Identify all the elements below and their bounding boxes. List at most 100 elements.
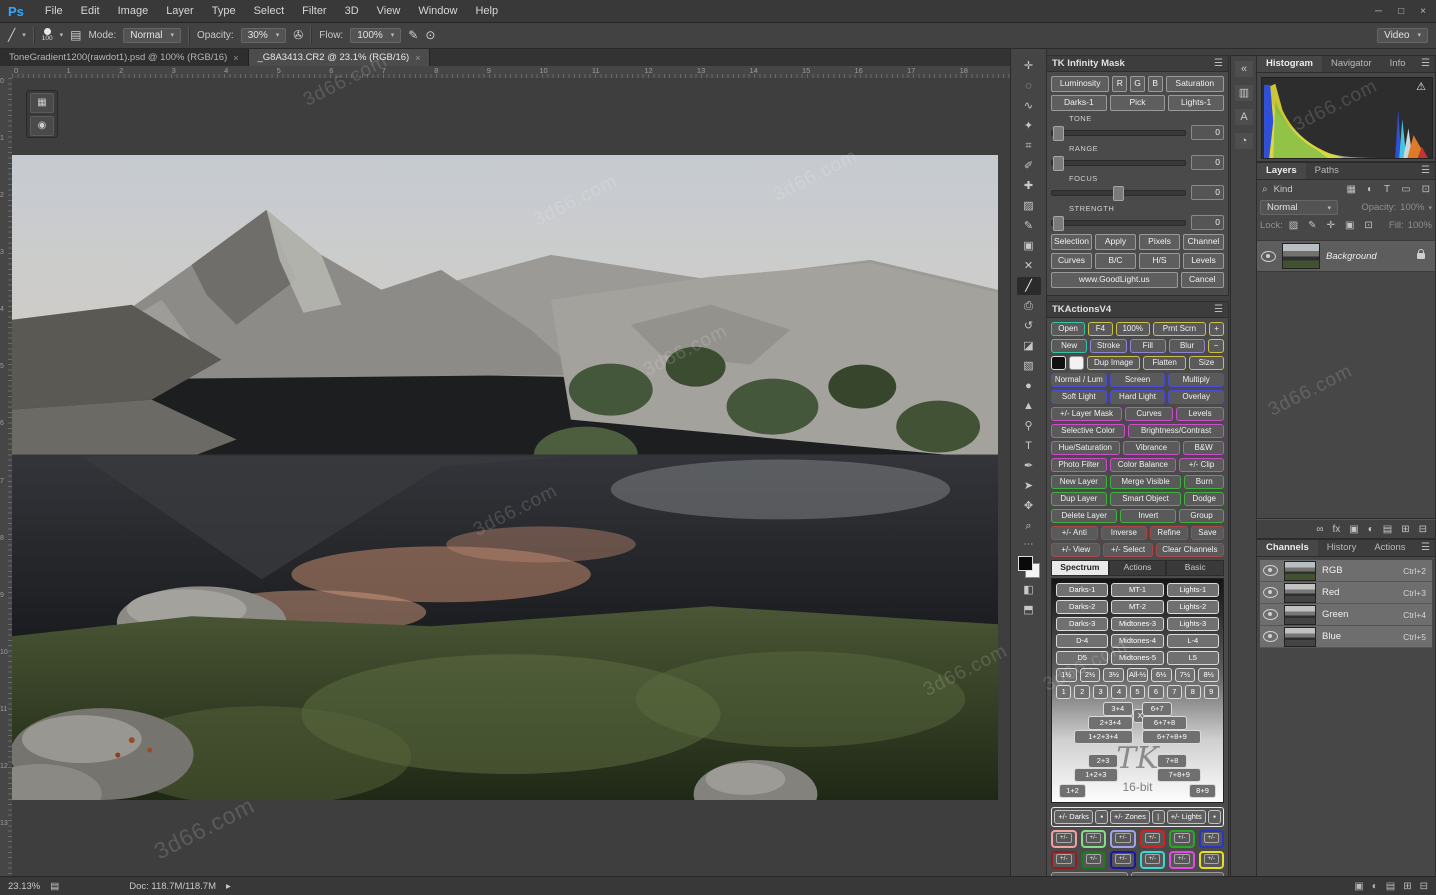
zone-toggle-button[interactable]: +/- Lights — [1166, 810, 1206, 824]
tk-action-button[interactable] — [1068, 356, 1084, 370]
infinity-action-button[interactable]: Channel — [1183, 234, 1224, 250]
channel-visibility-eye-icon[interactable] — [1263, 631, 1278, 642]
tool-button[interactable]: ↺ — [1017, 317, 1041, 335]
infinity-action-button[interactable]: Apply — [1095, 234, 1136, 250]
menu-item[interactable]: View — [368, 5, 410, 17]
tk-action-button[interactable]: 100% — [1115, 322, 1150, 336]
tab-histogram[interactable]: Histogram — [1257, 56, 1322, 72]
slider-value[interactable]: 0 — [1191, 125, 1224, 140]
infinity-source-button[interactable]: Luminosity — [1051, 76, 1110, 92]
tool-button[interactable]: ▲ — [1017, 397, 1041, 415]
opacity-dropdown[interactable]: 30% ▾ — [240, 27, 287, 43]
zone-button[interactable]: Midtones-5 — [1111, 651, 1164, 665]
brush-tool-icon[interactable]: ╱ — [8, 28, 15, 42]
tk-layer-button[interactable]: Burn — [1184, 475, 1224, 489]
brush-panel-toggle-icon[interactable]: ▤ — [70, 28, 81, 42]
tk-action-button[interactable]: Blur — [1168, 339, 1206, 353]
infinity-action-button[interactable]: Selection — [1051, 234, 1092, 250]
menu-item[interactable]: 3D — [336, 5, 368, 17]
zone-number-button[interactable]: 2 — [1074, 685, 1090, 699]
tk-layer-button[interactable]: Smart Object — [1109, 492, 1182, 506]
tk-action-button[interactable]: Prnt Scrn — [1152, 322, 1207, 336]
layers-footer-icon[interactable]: ▣ — [1349, 524, 1358, 535]
zone-combo-button[interactable]: 6+7+8 — [1142, 716, 1187, 730]
tool-button[interactable]: ✎ — [1017, 217, 1041, 235]
tool-button[interactable]: ✛ — [1017, 57, 1041, 75]
tk-action-button[interactable]: + — [1209, 322, 1224, 336]
menu-item[interactable]: Layer — [157, 5, 203, 17]
menu-item[interactable]: File — [36, 5, 72, 17]
tk-blend-button[interactable]: Overlay — [1168, 390, 1225, 404]
tk-action-button[interactable]: F4 — [1088, 322, 1113, 336]
infinity-footer-button[interactable]: Cancel — [1180, 272, 1224, 288]
zone-toggle-button[interactable]: | — [1151, 810, 1165, 824]
infinity-source-button[interactable]: Saturation — [1165, 76, 1225, 92]
layers-footer-icon[interactable]: ▤ — [1383, 524, 1392, 535]
tk-blend-button[interactable]: Hard Light — [1109, 390, 1166, 404]
tk-adjustment-button[interactable]: +/- Layer Mask — [1051, 407, 1122, 421]
tk-layer-button[interactable]: Group — [1179, 509, 1225, 523]
zone-button[interactable]: Midtones-3 — [1111, 617, 1164, 631]
infinity-action-button[interactable]: Curves — [1051, 253, 1092, 269]
zone-number-button[interactable]: 4 — [1111, 685, 1127, 699]
zone-combo-button[interactable]: 6+7+8+9 — [1142, 730, 1202, 744]
channel-visibility-eye-icon[interactable] — [1263, 587, 1278, 598]
tk-infinity-header[interactable]: TK Infinity Mask ☰ — [1047, 56, 1228, 72]
zone-combo-button[interactable]: 2+3 — [1088, 754, 1118, 768]
half-zone-button[interactable]: 3½ — [1103, 668, 1125, 682]
tool-button[interactable]: ⚲ — [1017, 417, 1041, 435]
tk-blend-button[interactable]: Normal / Lum — [1051, 373, 1107, 387]
tk-layer-button[interactable]: Dup Layer — [1051, 492, 1107, 506]
tk-adjustment-button[interactable]: B&W — [1183, 441, 1224, 455]
brush-preset-picker[interactable]: 100 — [42, 27, 53, 43]
tab-close-icon[interactable]: × — [233, 53, 238, 63]
tk-adjustment-button[interactable]: Curves — [1125, 407, 1173, 421]
zone-toggle-button[interactable]: +/- Zones — [1110, 810, 1150, 824]
tk-adjustment-button[interactable]: Photo Filter — [1051, 458, 1107, 472]
tk-action-button[interactable]: Flatten — [1143, 356, 1186, 370]
zone-button[interactable]: MT-1 — [1111, 583, 1164, 597]
tool-button[interactable]: ╱ — [1016, 277, 1041, 295]
tk-adjustment-button[interactable]: +/- Clip — [1179, 458, 1225, 472]
zone-button[interactable]: Darks-2 — [1056, 600, 1109, 614]
zone-number-button[interactable]: 8 — [1185, 685, 1201, 699]
tool-button[interactable]: ✒ — [1017, 457, 1041, 475]
color-mask-button[interactable]: +/- — [1110, 830, 1136, 848]
status-footer-icon[interactable]: ◐ — [1372, 881, 1378, 892]
tool-button[interactable]: ✐ — [1017, 157, 1041, 175]
infinity-action-button[interactable]: B/C — [1095, 253, 1136, 269]
tab-paths[interactable]: Paths — [1306, 163, 1348, 179]
tk-mask-button[interactable]: Clear Channels — [1155, 543, 1225, 557]
menu-item[interactable]: Type — [203, 5, 245, 17]
zoom-level[interactable]: 23.13% — [8, 881, 40, 892]
tool-button[interactable]: T — [1017, 437, 1041, 455]
zone-number-button[interactable]: 1 — [1056, 685, 1072, 699]
channel-visibility-eye-icon[interactable] — [1263, 565, 1278, 576]
flow-dropdown[interactable]: 100% ▾ — [350, 27, 402, 43]
slider-thumb[interactable] — [1053, 125, 1065, 141]
panel-menu-icon[interactable]: ☰ — [1421, 163, 1435, 179]
collapsed-panel-icon[interactable]: « — [1235, 61, 1253, 77]
layer-thumbnail[interactable] — [1282, 243, 1320, 269]
zone-combo-button[interactable]: 6+7 — [1142, 702, 1173, 716]
channel-row[interactable]: Blue Ctrl+5 — [1260, 626, 1432, 648]
cached-data-warning-icon[interactable]: ⚠ — [1416, 80, 1426, 93]
lock-option-icon[interactable]: ▣ — [1343, 220, 1356, 231]
zone-button[interactable]: D5 — [1056, 651, 1109, 665]
zone-number-button[interactable]: 7 — [1166, 685, 1183, 699]
zone-button[interactable]: D-4 — [1056, 634, 1109, 648]
half-zone-button[interactable]: 2½ — [1079, 668, 1101, 682]
infinity-source-button[interactable]: R — [1112, 76, 1128, 92]
half-zone-button[interactable]: 1½ — [1056, 668, 1077, 682]
lock-option-icon[interactable]: ✛ — [1325, 220, 1337, 231]
slider-thumb[interactable] — [1113, 185, 1125, 201]
menu-item[interactable]: Help — [466, 5, 507, 17]
tk-action-button[interactable]: Open — [1051, 322, 1086, 336]
status-arrow-icon[interactable]: ▸ — [226, 881, 231, 892]
zone-button[interactable]: MT-2 — [1111, 600, 1164, 614]
slider-value[interactable]: 0 — [1191, 155, 1224, 170]
zone-button[interactable]: Lights-3 — [1166, 617, 1219, 631]
channel-thumbnail[interactable] — [1284, 582, 1316, 603]
zone-combo-button[interactable]: 1+2+3+4 — [1073, 730, 1133, 744]
channel-row[interactable]: RGB Ctrl+2 — [1260, 560, 1432, 582]
